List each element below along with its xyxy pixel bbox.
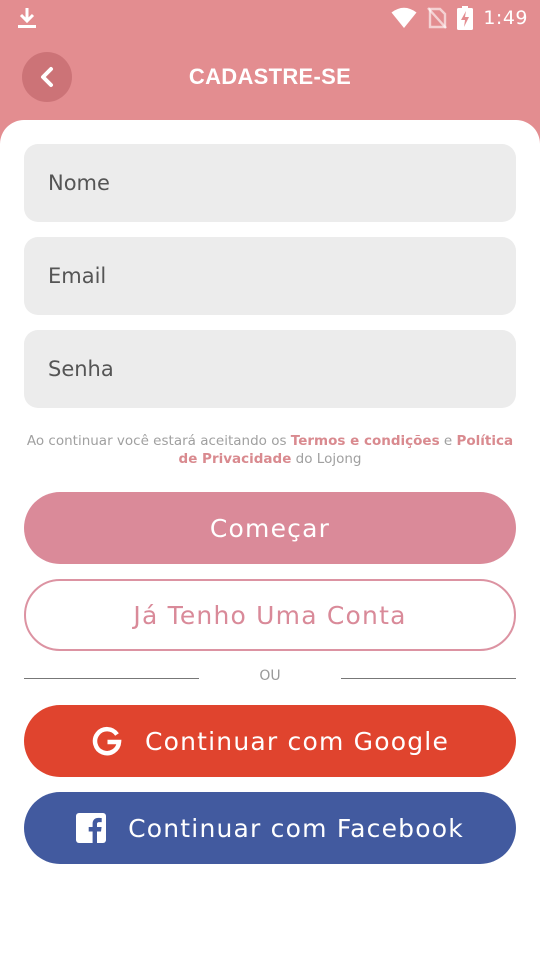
have-account-button[interactable]: Já Tenho Uma Conta (24, 579, 516, 651)
signup-card: Ao continuar você estará aceitando os Te… (0, 120, 540, 960)
google-icon (92, 726, 122, 756)
terms-connector: e (439, 433, 457, 449)
start-button[interactable]: Começar (24, 492, 516, 564)
google-login-button[interactable]: Continuar com Google (24, 705, 516, 777)
page-title: CADASTRE-SE (188, 64, 352, 89)
start-button-label: Começar (209, 513, 331, 543)
terms-notice: Ao continuar você estará aceitando os Te… (24, 432, 516, 468)
facebook-button-label: Continuar com Facebook (128, 813, 464, 843)
google-button-label: Continuar com Google (144, 726, 450, 756)
download-icon (18, 8, 36, 28)
divider-label: OU (259, 668, 281, 684)
wifi-icon (391, 7, 417, 28)
email-input[interactable] (24, 237, 516, 315)
terms-suffix: do Lojong (291, 451, 362, 467)
terms-prefix: Ao continuar você estará aceitando os (26, 433, 291, 449)
facebook-login-button[interactable]: Continuar com Facebook (24, 792, 516, 864)
no-sim-icon (427, 7, 448, 29)
name-input[interactable] (24, 144, 516, 222)
header: CADASTRE-SE (0, 36, 540, 126)
terms-link[interactable]: Termos e condições (291, 433, 440, 449)
divider-left (24, 678, 199, 679)
have-account-label: Já Tenho Uma Conta (133, 600, 407, 630)
status-time: 1:49 (483, 7, 528, 29)
battery-charging-icon (457, 6, 474, 30)
password-input[interactable] (24, 330, 516, 408)
facebook-icon (76, 813, 107, 843)
status-bar: 1:49 (0, 0, 540, 36)
divider-right (341, 678, 516, 679)
